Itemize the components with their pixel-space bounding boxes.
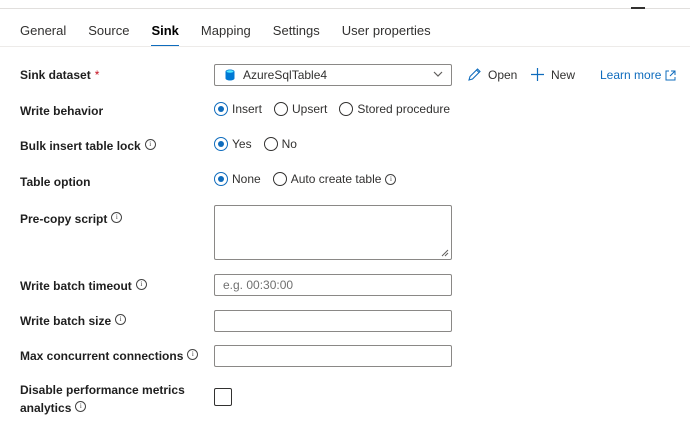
radio-stored-procedure[interactable]: Stored procedure [339, 102, 450, 116]
bulk-insert-radio-group: Yes No [214, 137, 309, 151]
info-icon: i [111, 212, 123, 223]
tab-general[interactable]: General [20, 23, 66, 47]
info-icon: i [75, 401, 87, 412]
learn-more-link[interactable]: Learn more [600, 68, 676, 82]
radio-no[interactable]: No [263, 137, 297, 151]
sink-dataset-value: AzureSqlTable4 [243, 68, 328, 82]
radio-upsert[interactable]: Upsert [274, 102, 327, 116]
tab-source[interactable]: Source [88, 23, 129, 47]
sink-dataset-select[interactable]: AzureSqlTable4 [214, 64, 452, 86]
write-batch-timeout-label: Write batch timeout i [20, 277, 147, 295]
write-batch-size-label: Write batch size i [20, 312, 127, 330]
resize-grip-icon[interactable] [441, 249, 449, 257]
radio-yes[interactable]: Yes [214, 137, 252, 151]
database-icon [225, 69, 235, 81]
pre-copy-script-label: Pre-copy script i [20, 210, 123, 228]
plus-icon [531, 68, 544, 81]
radio-circle [214, 102, 228, 116]
info-icon: i [385, 173, 397, 185]
radio-circle [263, 137, 278, 151]
max-concurrent-connections-label: Max concurrent connections i [20, 347, 199, 365]
tab-bar: General Source Sink Mapping Settings Use… [20, 23, 453, 47]
chevron-down-icon [433, 71, 443, 77]
radio-circle [272, 172, 287, 186]
pencil-icon [468, 68, 481, 81]
disable-metrics-checkbox[interactable] [214, 388, 232, 406]
info-icon: i [115, 314, 127, 325]
table-option-label: Table option [20, 175, 91, 189]
write-behavior-radio-group: Insert Upsert Stored procedure [214, 102, 462, 116]
open-button[interactable]: Open [467, 67, 517, 82]
write-behavior-label: Write behavior [20, 104, 104, 118]
top-divider [0, 8, 690, 9]
info-icon: i [135, 279, 147, 290]
pre-copy-script-textarea[interactable] [214, 205, 452, 260]
external-link-icon [665, 70, 676, 80]
minimize-indicator [631, 7, 645, 9]
tab-user-properties[interactable]: User properties [342, 23, 431, 47]
info-icon: i [187, 349, 199, 360]
tab-settings[interactable]: Settings [273, 23, 320, 47]
radio-none[interactable]: None [214, 172, 261, 186]
required-marker: * [94, 68, 100, 82]
radio-auto-create-table[interactable]: Auto create table i [272, 172, 397, 186]
bulk-insert-label: Bulk insert table lock i [20, 137, 156, 155]
tab-divider [0, 46, 690, 47]
disable-metrics-label: Disable performance metrics analytics i [20, 383, 185, 415]
radio-circle [274, 102, 289, 116]
radio-insert[interactable]: Insert [214, 102, 262, 116]
write-batch-size-input[interactable] [214, 310, 452, 332]
radio-circle [214, 137, 228, 151]
info-icon: i [144, 139, 156, 150]
tab-sink[interactable]: Sink [151, 23, 179, 47]
new-button[interactable]: New [530, 67, 575, 82]
max-concurrent-connections-input[interactable] [214, 345, 452, 367]
radio-circle [339, 102, 354, 116]
tab-mapping[interactable]: Mapping [201, 23, 251, 47]
radio-circle [214, 172, 228, 186]
write-batch-timeout-input[interactable] [214, 274, 452, 296]
sink-dataset-label: Sink dataset * [20, 68, 100, 82]
table-option-radio-group: None Auto create table i [214, 172, 408, 186]
